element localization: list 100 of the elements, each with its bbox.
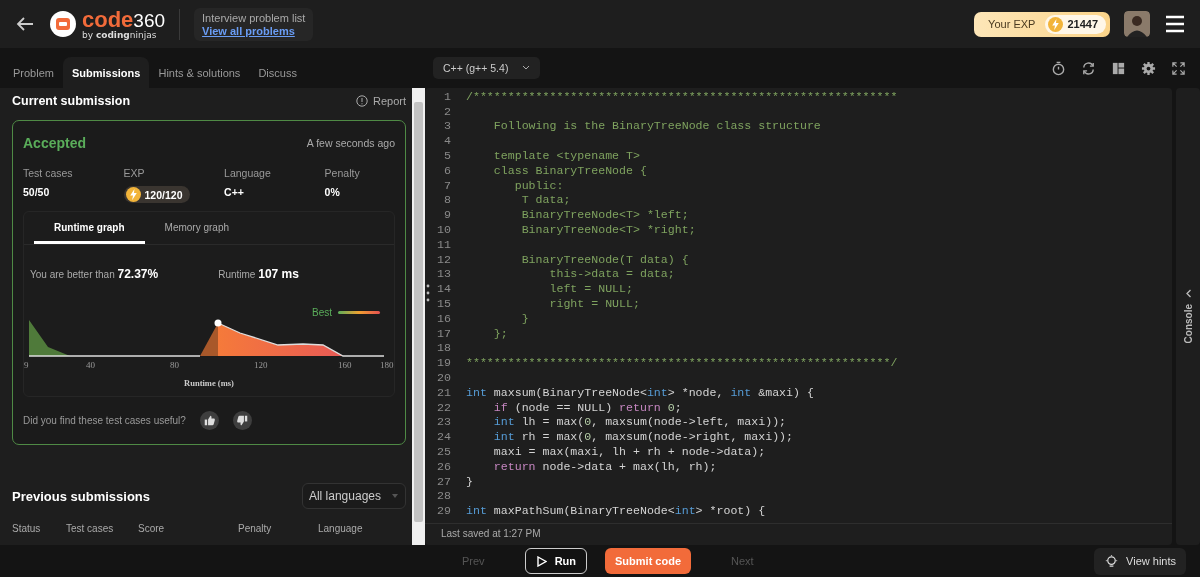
line-number: 11 <box>436 237 452 251</box>
line-number: 22 <box>436 400 452 414</box>
logo-wordmark: code <box>82 6 134 32</box>
tab[interactable]: Problem <box>4 57 63 88</box>
line-number: 1 <box>443 89 452 103</box>
scrollbar[interactable] <box>412 88 425 545</box>
logo-byline: by codingninjas <box>82 30 158 40</box>
code-line: class BinaryTreeNode { <box>492 163 647 177</box>
code-line: T data; <box>520 193 571 207</box>
avatar[interactable] <box>1124 11 1150 37</box>
line-number: 24 <box>436 430 452 444</box>
code-line: } <box>466 474 473 488</box>
code-editor[interactable] <box>425 88 1172 545</box>
line-number: 3 <box>443 119 452 133</box>
line-number: 8 <box>443 193 452 207</box>
view-all-problems-link[interactable]: View all problems <box>202 24 306 37</box>
code-line: if (node == NULL) return 0; <box>492 400 682 414</box>
code-line: int maxsum(BinaryTreeNode<int> *node, int &maxi) { <box>466 385 814 399</box>
graph-tab[interactable]: Memory graph <box>144 212 250 244</box>
line-number: 25 <box>436 445 452 458</box>
line-number: 12 <box>436 252 452 266</box>
fullscreen-icon[interactable] <box>1171 60 1186 76</box>
console-toggle[interactable]: Console <box>1176 88 1200 545</box>
bolt-icon <box>125 187 141 202</box>
line-number: 29 <box>436 504 452 518</box>
language-filter-dropdown[interactable]: All languages <box>301 483 406 509</box>
line-number: 9 <box>443 208 452 222</box>
refresh-icon[interactable] <box>1081 60 1096 76</box>
language-dropdown[interactable]: C++ (g++ 5.4) <box>433 57 541 79</box>
code-line: right = NULL; <box>548 297 640 311</box>
section-title: Previous submissions <box>12 488 150 504</box>
line-number: 26 <box>436 459 452 473</box>
line-number: 18 <box>436 341 452 355</box>
graph-tab[interactable]: Runtime graph <box>34 212 145 244</box>
tab[interactable]: Discuss <box>249 57 306 88</box>
column-header: Test cases <box>66 523 115 534</box>
drag-handle-icon[interactable] <box>426 283 430 303</box>
tab[interactable]: Submissions <box>62 57 150 88</box>
code-line: *************************************************************/ <box>466 356 898 370</box>
stat-label: Penalty <box>324 167 361 179</box>
line-number: 17 <box>436 326 452 340</box>
run-button[interactable]: Run <box>524 548 587 574</box>
axis-tick: 40 <box>86 360 95 370</box>
line-number: 28 <box>436 489 452 503</box>
code-line: int lh = max(0, maxsum(node->left, maxi)); <box>492 415 787 429</box>
line-number: 21 <box>436 385 452 399</box>
code-line: maxi = max(maxi, lh + rh + node->data); <box>492 445 766 458</box>
legend-gradient <box>338 311 380 314</box>
line-number: 7 <box>443 178 452 192</box>
line-number: 14 <box>436 282 452 296</box>
code-line: Following is the BinaryTreeNode class structure <box>492 119 821 133</box>
code-line: left = NULL; <box>548 282 633 296</box>
your-runtime-marker <box>214 319 222 327</box>
line-number: 23 <box>436 415 452 429</box>
logo-icon <box>50 11 76 37</box>
column-header: Score <box>138 523 166 534</box>
line-number: 5 <box>443 149 452 163</box>
view-hints-button[interactable]: View hints <box>1094 547 1186 575</box>
caret-down-icon <box>391 493 399 499</box>
last-saved-text: Last saved at 1:27 PM <box>441 528 541 539</box>
line-number: 19 <box>436 356 452 370</box>
status-text: Accepted <box>23 135 87 151</box>
line-number: 2 <box>443 104 452 118</box>
code-line: int rh = max(0, maxsum(node->right, maxi)); <box>492 430 793 444</box>
layout-icon[interactable] <box>1111 60 1126 76</box>
thumbs-down-icon[interactable] <box>232 411 252 430</box>
code-line: template <typename T> <box>492 149 640 163</box>
chevron-left-icon <box>1184 289 1192 299</box>
axis-label: Runtime (ms) <box>184 378 234 388</box>
column-header: Language <box>318 523 364 534</box>
lightbulb-icon <box>1104 553 1120 569</box>
code-line: BinaryTreeNode<T> *left; <box>520 208 689 222</box>
timer-icon[interactable] <box>1051 60 1066 76</box>
stat-value: 50/50 <box>23 186 51 198</box>
section-title: Current submission <box>12 94 131 108</box>
code-line: int maxPathSum(BinaryTreeNode<int> *root) { <box>466 504 766 518</box>
report-button[interactable]: Report <box>355 95 406 107</box>
logo-number: 360 <box>133 9 166 31</box>
column-header: Status <box>12 523 42 534</box>
exp-label: Your EXP <box>988 18 1036 30</box>
code-line: /************************************************************* <box>466 89 898 103</box>
better-than-text: You are better than 72.37% <box>30 267 159 281</box>
exp-pill: 120/120 <box>123 186 190 203</box>
axis-tick: 80 <box>170 360 179 370</box>
axis-tick: 9 <box>24 360 29 370</box>
play-icon <box>535 555 547 567</box>
stat-label: EXP <box>123 167 146 179</box>
code-line: public: <box>513 178 564 192</box>
runtime-text: Runtime 107 ms <box>218 267 299 281</box>
settings-icon[interactable] <box>1141 60 1156 76</box>
code-line: BinaryTreeNode<T> *right; <box>520 223 696 237</box>
bolt-icon <box>1048 16 1064 32</box>
legend-label: Best <box>312 307 332 318</box>
code-line: BinaryTreeNode(T data) { <box>520 252 689 266</box>
stat-value: 0% <box>324 186 341 198</box>
line-number: 4 <box>443 134 452 148</box>
tab[interactable]: Hints & solutions <box>149 57 250 88</box>
thumbs-up-icon[interactable] <box>199 411 219 430</box>
line-number: 15 <box>436 297 452 311</box>
menu-icon[interactable] <box>1164 14 1186 34</box>
